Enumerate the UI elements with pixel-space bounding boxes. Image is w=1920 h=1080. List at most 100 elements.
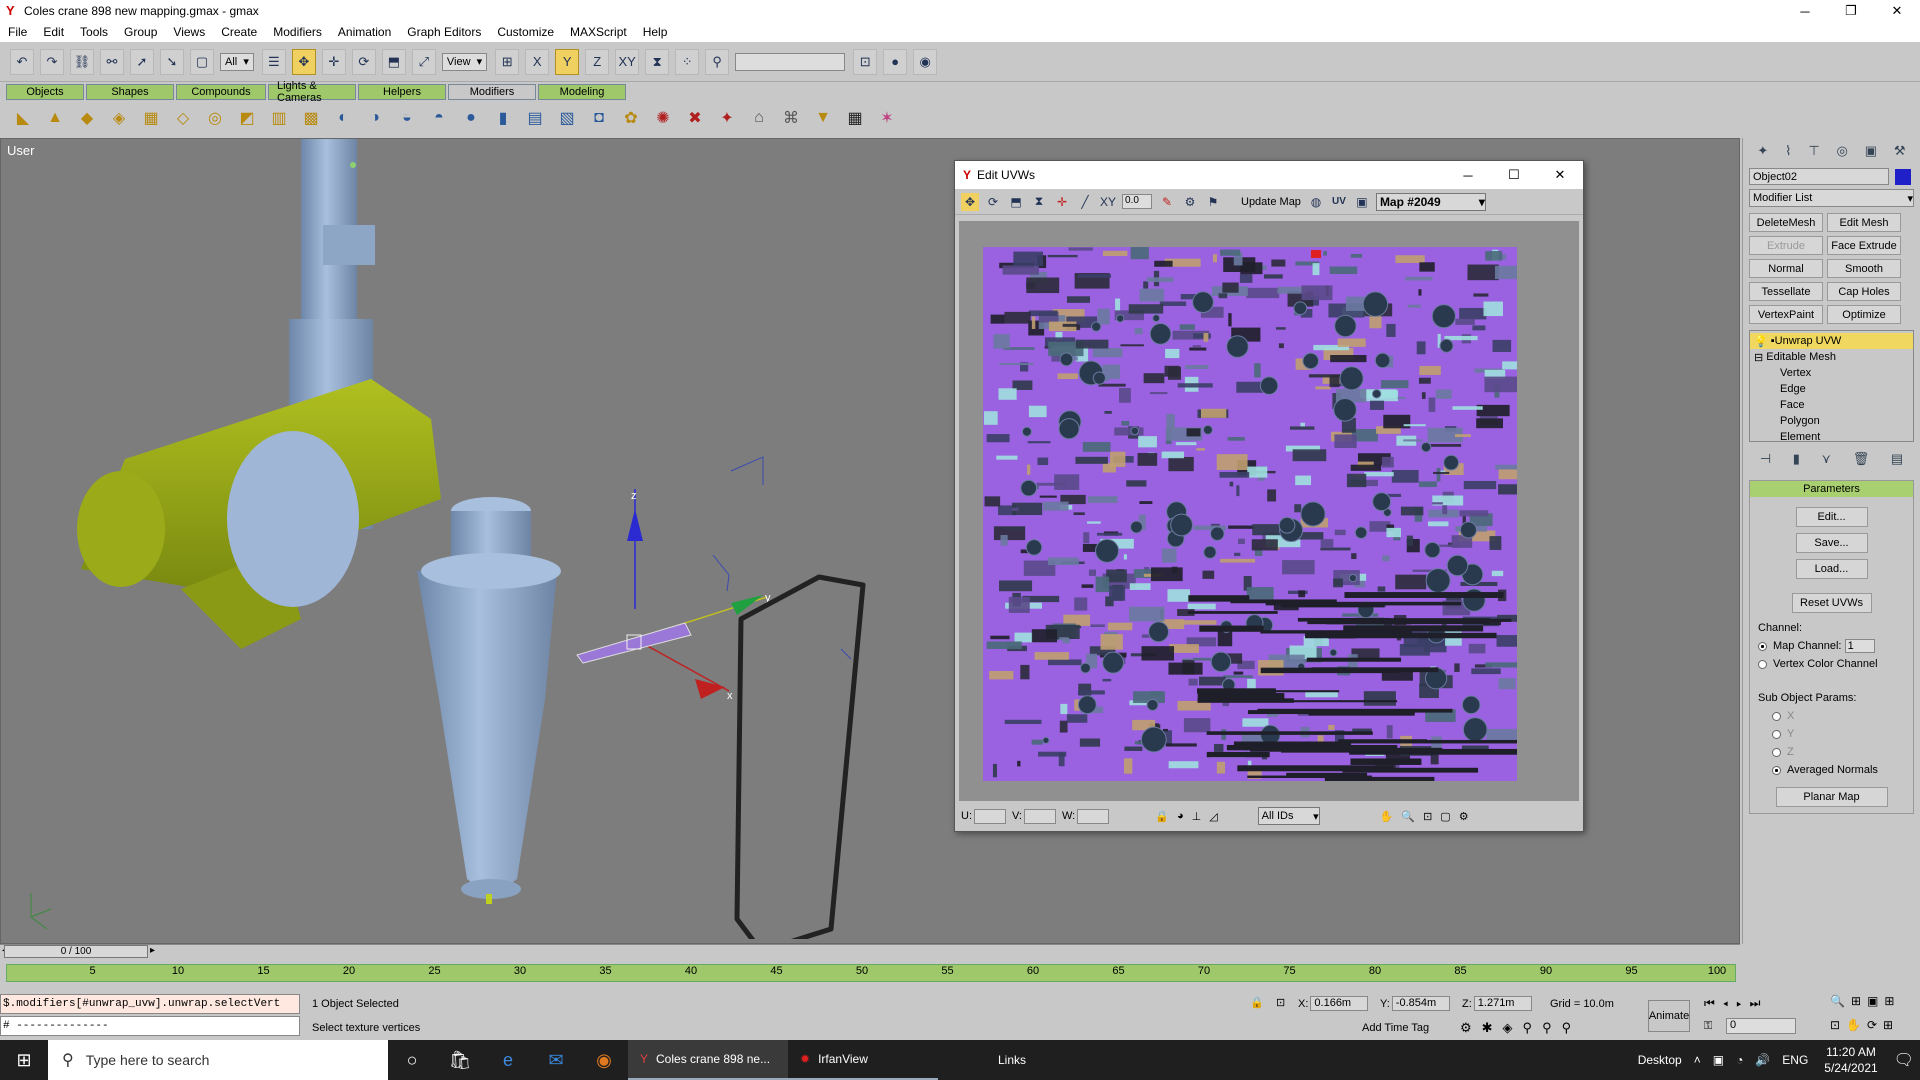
volume-icon[interactable]: 🔊 — [1755, 1053, 1770, 1067]
menu-help[interactable]: Help — [643, 25, 668, 39]
hide-icon[interactable]: ◕ — [1177, 810, 1184, 822]
z-field[interactable]: 1.271m — [1473, 996, 1532, 1011]
twist-icon[interactable]: ◆ — [74, 105, 100, 131]
viewport-nav-top[interactable]: 🔍⊞▣⊞ — [1830, 994, 1900, 1008]
axis-xy-icon[interactable]: XY — [1099, 193, 1117, 211]
axis-xy-icon[interactable]: XY — [615, 48, 640, 75]
pivot-icon[interactable]: ⊞ — [495, 48, 520, 75]
clock[interactable]: 11:20 AM 5/24/2021 — [1824, 1044, 1877, 1076]
normal-icon[interactable]: ◒ — [394, 105, 420, 131]
material-modifier-icon[interactable]: ▼ — [810, 105, 836, 131]
lattice-icon[interactable]: ▦ — [138, 105, 164, 131]
wave-icon[interactable]: ◎ — [202, 105, 228, 131]
tab-modifiers[interactable]: Modifiers — [448, 84, 536, 100]
z-radio[interactable] — [1772, 747, 1781, 757]
current-frame-field[interactable]: 0 — [1726, 1018, 1796, 1034]
named-selection-dropdown[interactable] — [735, 52, 846, 71]
zoom-extents-icon[interactable]: ▢ — [1440, 810, 1450, 823]
properties-icon[interactable]: ▣ — [1353, 193, 1371, 211]
stack-item-edge[interactable]: Edge — [1750, 381, 1913, 397]
extrude-icon[interactable]: ⌂ — [746, 105, 772, 131]
selected-uv-vertices[interactable] — [1311, 250, 1321, 258]
close-icon[interactable]: ✕ — [1874, 0, 1920, 22]
render-icon[interactable]: ● — [883, 48, 908, 75]
stack-item-editable-mesh[interactable]: ⊟ Editable Mesh — [1750, 349, 1913, 365]
tab-helpers[interactable]: Helpers — [358, 84, 446, 100]
ffd-icon[interactable]: ▩ — [298, 105, 324, 131]
redo-icon[interactable]: ↷ — [40, 48, 64, 75]
freeze-icon[interactable]: ⊥ — [1192, 810, 1202, 823]
store-icon[interactable]: 🛍 — [436, 1040, 484, 1080]
stack-item-vertex[interactable]: Vertex — [1750, 365, 1913, 381]
u-field[interactable] — [974, 808, 1006, 824]
ripple-icon[interactable]: ◇ — [170, 105, 196, 131]
taper-icon[interactable]: ▲ — [42, 105, 68, 131]
volume-select-icon[interactable]: ◘ — [586, 105, 612, 131]
minimize-icon[interactable]: ─ — [1782, 0, 1828, 22]
lock-selection-icon[interactable]: 🔒 — [1155, 810, 1169, 823]
select-move-icon[interactable]: ✥ — [291, 48, 316, 75]
face-extrude-button[interactable]: Face Extrude — [1827, 236, 1901, 255]
sub-object-z[interactable]: Z — [1758, 743, 1905, 761]
relax-icon[interactable]: ⌘ — [778, 105, 804, 131]
move-icon[interactable]: ✛ — [321, 48, 346, 75]
vertex-color-row[interactable]: Vertex Color Channel — [1758, 655, 1905, 673]
close-icon[interactable]: ✕ — [1537, 161, 1583, 189]
snap-icon[interactable]: ✎ — [1158, 193, 1176, 211]
load-button[interactable]: Load... — [1795, 559, 1868, 579]
key-mode-icon[interactable]: ⚿ — [1704, 1020, 1712, 1033]
smooth-icon[interactable]: ◓ — [426, 105, 452, 131]
edit-mesh-button[interactable]: Edit Mesh — [1827, 213, 1901, 232]
weld-icon[interactable]: ╱ — [1076, 193, 1094, 211]
sub-object-y[interactable]: Y — [1758, 725, 1905, 743]
y-field[interactable]: -0.854m — [1391, 996, 1450, 1011]
delete-mesh-button[interactable]: DeleteMesh — [1749, 213, 1823, 232]
optimize-icon[interactable]: ✿ — [618, 105, 644, 131]
sub-object-averaged[interactable]: Averaged Normals — [1758, 761, 1905, 779]
uv-toggle-icon[interactable]: UV — [1330, 193, 1348, 211]
taskbar-app-irfanview[interactable]: ✹ IrfanView — [788, 1040, 938, 1080]
tab-compounds[interactable]: Compounds — [176, 84, 266, 100]
map-channel-radio[interactable] — [1758, 641, 1767, 651]
vertex-paint-button[interactable]: VertexPaint — [1749, 305, 1823, 324]
pin-stack-icon[interactable]: ⊣ — [1760, 451, 1771, 467]
show-end-result-icon[interactable]: ▮ — [1793, 451, 1800, 467]
zoom-region-icon[interactable]: ⊡ — [1423, 810, 1432, 823]
menu-maxscript[interactable]: MAXScript — [570, 25, 627, 39]
configure-sets-icon[interactable]: ▤ — [1891, 451, 1903, 467]
stack-item-unwrap-uvw[interactable]: 💡 ▪ Unwrap UVW — [1750, 333, 1913, 349]
edge-icon[interactable]: e — [484, 1040, 532, 1080]
skew-icon[interactable]: ◩ — [234, 105, 260, 131]
menu-graph-editors[interactable]: Graph Editors — [407, 25, 481, 39]
tessellate-icon[interactable]: ✺ — [650, 105, 676, 131]
menu-tools[interactable]: Tools — [80, 25, 108, 39]
object-color-swatch[interactable] — [1895, 168, 1911, 185]
minimize-icon[interactable]: ─ — [1445, 161, 1491, 189]
modify-tab-icon[interactable]: ⌇ — [1785, 143, 1791, 159]
lock-selection-icon[interactable]: 🔒 — [1250, 996, 1264, 1009]
axis-y-icon[interactable]: Y — [555, 48, 580, 75]
stretch-icon[interactable]: ▥ — [266, 105, 292, 131]
snap-icon[interactable]: ⚲ — [705, 48, 730, 75]
task-view-icon[interactable]: ○ — [388, 1040, 436, 1080]
desktop-toolbar[interactable]: Desktop — [1638, 1053, 1682, 1067]
tab-objects[interactable]: Objects — [6, 84, 84, 100]
make-unique-icon[interactable]: ⋎ — [1822, 451, 1832, 467]
unwrap-icon[interactable]: ◑ — [362, 105, 388, 131]
sub-object-x[interactable]: X — [1758, 707, 1905, 725]
reset-uvws-button[interactable]: Reset UVWs — [1791, 593, 1872, 613]
create-tab-icon[interactable]: ✦ — [1757, 143, 1768, 159]
tab-modeling[interactable]: Modeling — [538, 84, 626, 100]
y-radio[interactable] — [1772, 729, 1781, 739]
unlink-icon[interactable]: ⚯ — [100, 48, 124, 75]
checker-icon[interactable]: ▦ — [842, 105, 868, 131]
noise-icon[interactable]: ◈ — [106, 105, 132, 131]
stack-item-face[interactable]: Face — [1750, 397, 1913, 413]
cylinder-icon[interactable]: ▮ — [490, 105, 516, 131]
modifier-list-dropdown[interactable]: Modifier List ▾ — [1749, 189, 1914, 207]
selection-filter-dropdown[interactable]: All ▾ — [220, 52, 254, 71]
region-select-icon[interactable]: ▢ — [190, 48, 214, 75]
uv-canvas[interactable] — [959, 221, 1579, 801]
pan-icon[interactable]: ✋ — [1380, 810, 1394, 823]
select-name-icon[interactable]: ☰ — [261, 48, 286, 75]
